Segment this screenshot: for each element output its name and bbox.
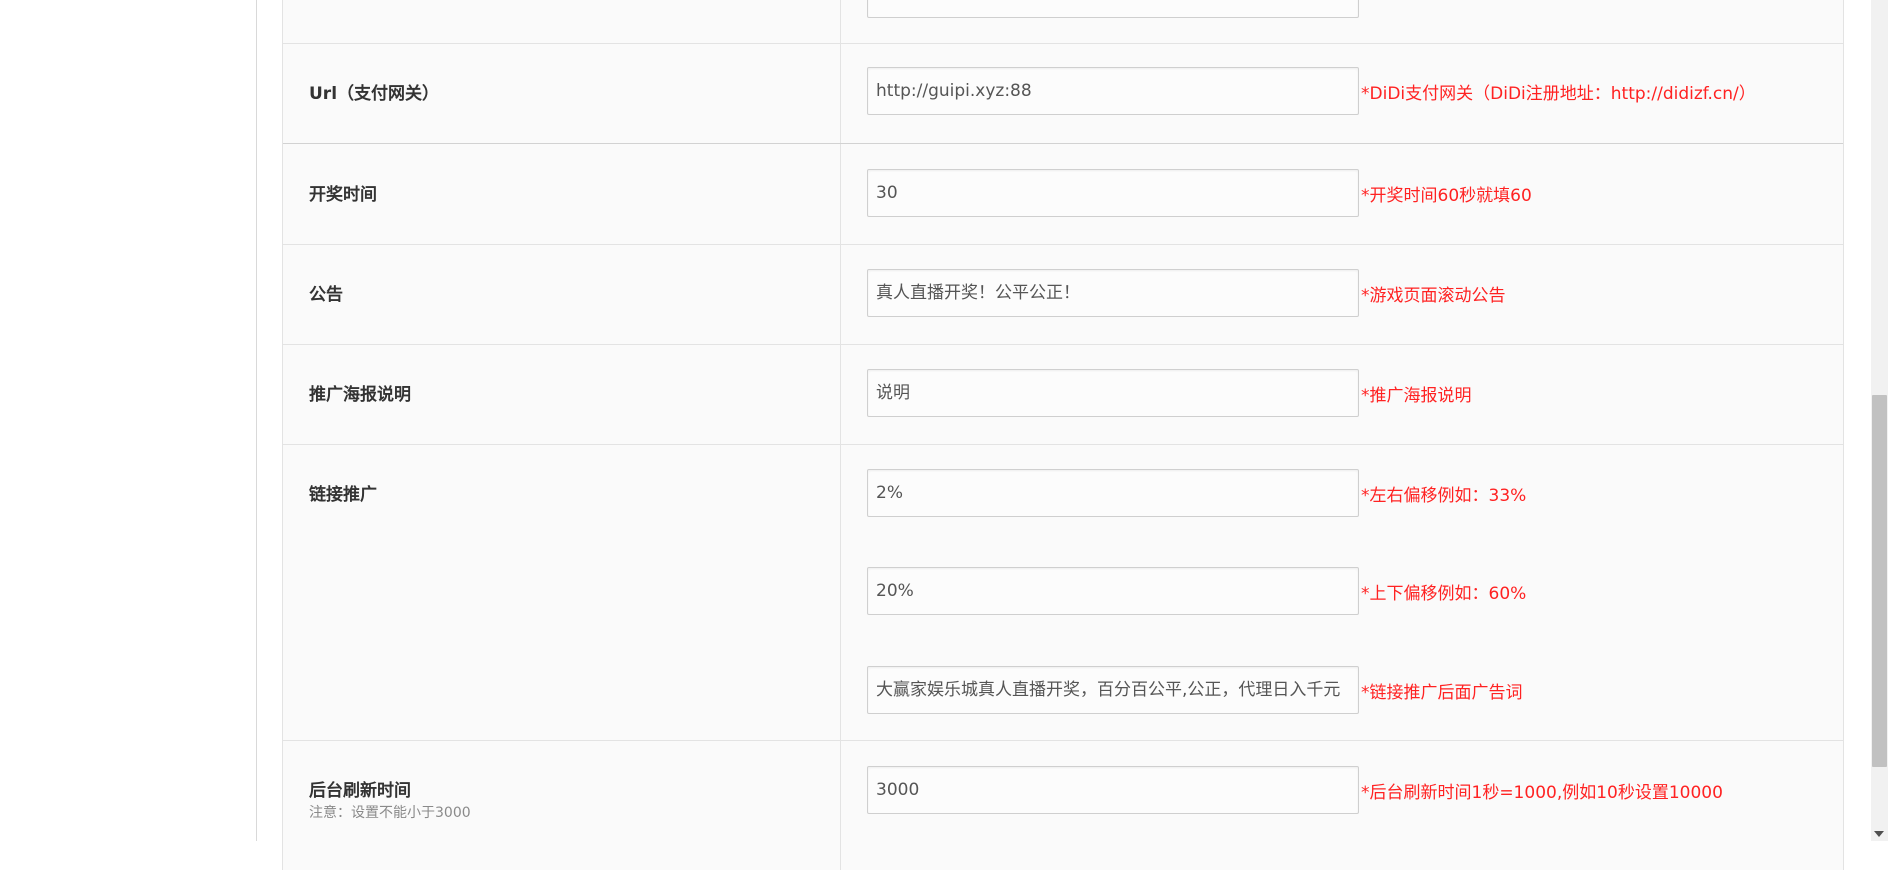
ad-slogan-hint: *链接推广后面广告词 — [1361, 683, 1523, 703]
vertical-scrollbar[interactable] — [1871, 0, 1888, 841]
draw-time-input[interactable]: 30 — [867, 169, 1359, 217]
poster-description-input[interactable]: 说明 — [867, 369, 1359, 417]
poster-description-label: 推广海报说明 — [309, 385, 411, 405]
form-row-refresh-time: 后台刷新时间 注意：设置不能小于3000 3000 *后台刷新时间1秒=1000… — [283, 741, 1843, 870]
previous-input[interactable] — [867, 0, 1359, 18]
announcement-label: 公告 — [309, 285, 343, 305]
settings-form: Url（支付网关） http://guipi.xyz:88 *DiDi支付网关（… — [282, 0, 1844, 870]
link-promotion-label: 链接推广 — [309, 485, 377, 505]
form-row-link-promotion: 链接推广 2% *左右偏移例如：33% 20% *上下偏移例如：60% 大赢家娱… — [283, 445, 1843, 741]
horizontal-offset-input[interactable]: 2% — [867, 469, 1359, 517]
announcement-hint: *游戏页面滚动公告 — [1361, 286, 1506, 306]
scrollbar-thumb[interactable] — [1872, 395, 1887, 767]
left-border-line — [256, 0, 257, 841]
ad-slogan-input[interactable]: 大赢家娱乐城真人直播开奖，百分百公平,公正，代理日入千元 — [867, 666, 1359, 714]
vertical-offset-input[interactable]: 20% — [867, 567, 1359, 615]
announcement-input[interactable]: 真人直播开奖！公平公正！ — [867, 269, 1359, 317]
scroll-down-arrow-icon[interactable] — [1874, 831, 1884, 837]
form-row-draw-time: 开奖时间 30 *开奖时间60秒就填60 — [283, 144, 1843, 245]
refresh-time-label: 后台刷新时间 — [309, 781, 411, 801]
form-row-poster-description: 推广海报说明 说明 *推广海报说明 — [283, 345, 1843, 445]
form-row-url: Url（支付网关） http://guipi.xyz:88 *DiDi支付网关（… — [283, 43, 1843, 144]
draw-time-hint: *开奖时间60秒就填60 — [1361, 186, 1532, 206]
url-input[interactable]: http://guipi.xyz:88 — [867, 67, 1359, 115]
refresh-time-note: 注意：设置不能小于3000 — [309, 805, 471, 821]
refresh-time-hint: *后台刷新时间1秒=1000,例如10秒设置10000 — [1361, 783, 1723, 803]
form-row-previous — [283, 0, 1843, 44]
url-label: Url（支付网关） — [309, 84, 440, 104]
form-row-announcement: 公告 真人直播开奖！公平公正！ *游戏页面滚动公告 — [283, 245, 1843, 345]
horizontal-offset-hint: *左右偏移例如：33% — [1361, 486, 1527, 506]
draw-time-label: 开奖时间 — [309, 185, 377, 205]
refresh-time-input[interactable]: 3000 — [867, 766, 1359, 814]
url-hint: *DiDi支付网关（DiDi注册地址：http://didizf.cn/） — [1361, 84, 1756, 104]
vertical-offset-hint: *上下偏移例如：60% — [1361, 584, 1527, 604]
poster-description-hint: *推广海报说明 — [1361, 386, 1472, 406]
